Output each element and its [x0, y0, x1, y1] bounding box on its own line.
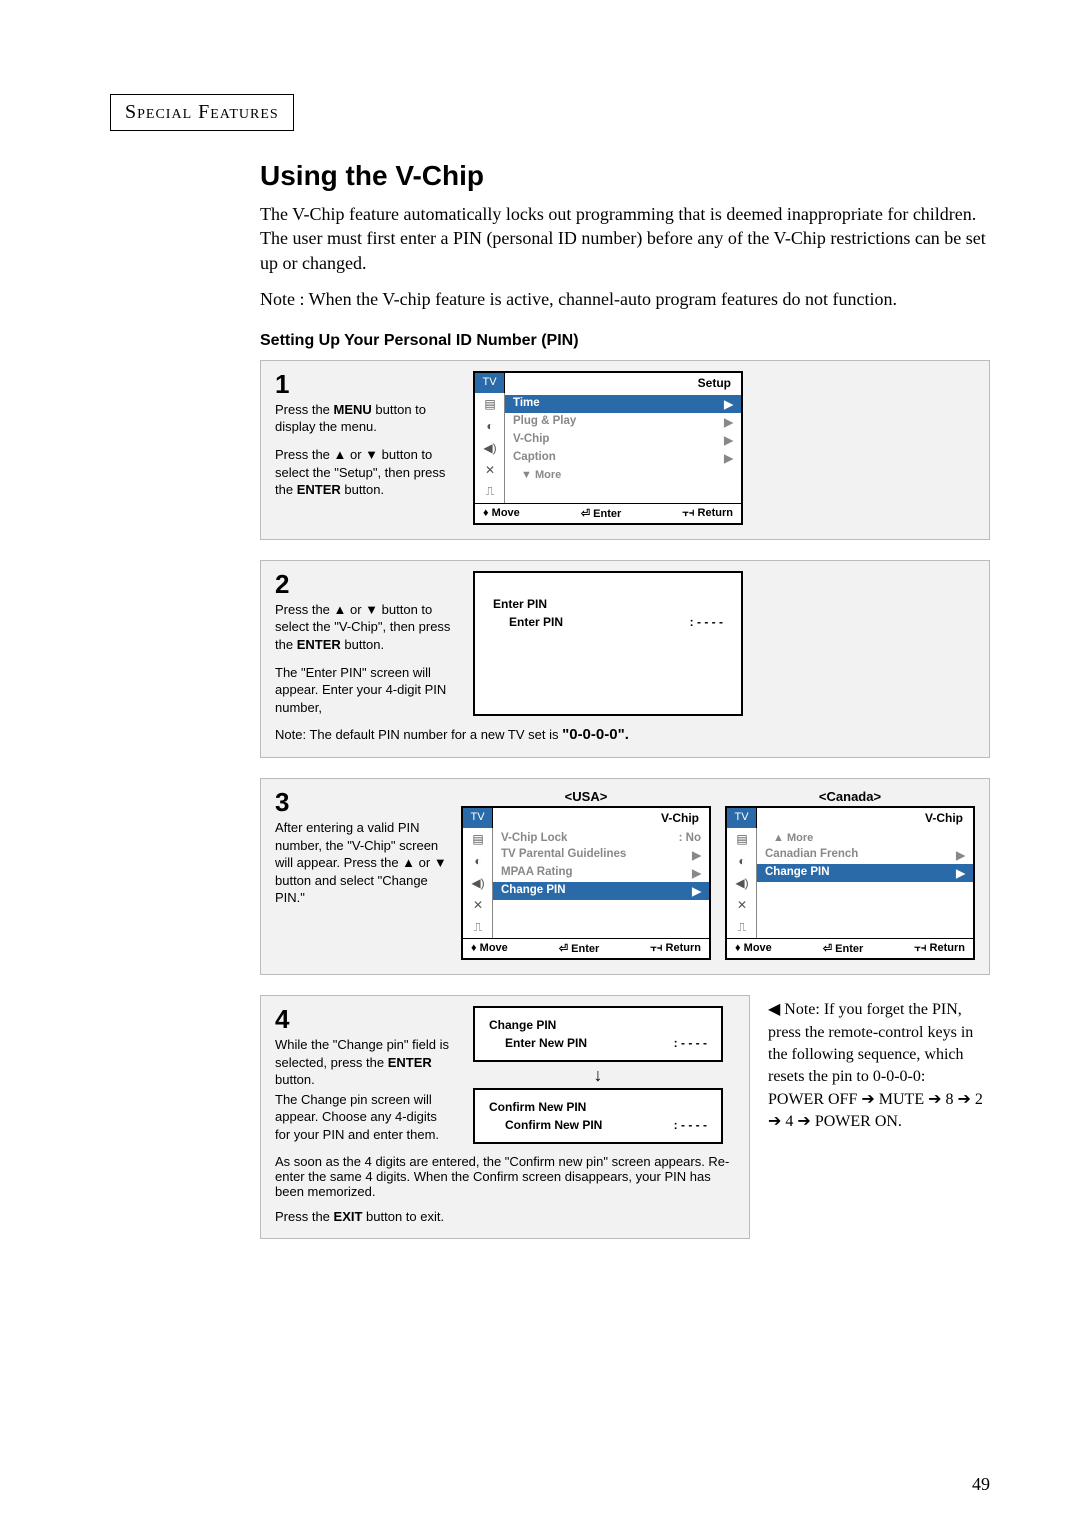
- channel-icon: ◀): [463, 872, 493, 894]
- osd-tab: TV: [475, 373, 505, 393]
- osd-vchip-canada: TV V-Chip ▤ ◐ ◀) ✕ ⎍ ▲ More C: [725, 806, 975, 960]
- osd-item-tv-guidelines: TV Parental Guidelines▶: [493, 846, 709, 864]
- step-2-text-1: Press the ▲ or ▼ button to select the "V…: [275, 601, 455, 654]
- step-number: 4: [275, 1006, 455, 1032]
- osd-footer: ♦ Move ⏎ Enter ⫟⫞ Return: [463, 938, 709, 958]
- enter-pin-value: : - - - -: [690, 615, 723, 629]
- osd-item-more: ▲ More: [757, 830, 973, 846]
- osd-items: V-Chip Lock: No TV Parental Guidelines▶ …: [493, 828, 709, 938]
- osd-title: Setup: [505, 373, 741, 393]
- sliders-icon: ⎍: [463, 916, 493, 938]
- picture-icon: ▤: [727, 828, 757, 850]
- osd-change-pin: Change PIN Enter New PIN : - - - -: [473, 1006, 723, 1062]
- step-2-text-2: The "Enter PIN" screen will appear. Ente…: [275, 664, 455, 717]
- osd-plain-title: Change PIN: [489, 1018, 707, 1032]
- osd-plain-title: Confirm New PIN: [489, 1100, 707, 1114]
- step-number: 3: [275, 789, 447, 815]
- osd-item-change-pin: Change PIN▶: [757, 864, 973, 882]
- sliders-icon: ⎍: [727, 916, 757, 938]
- osd-item-more: ▼ More: [505, 467, 741, 483]
- channel-icon: ◀): [475, 437, 505, 459]
- osd-footer: ♦ Move ⏎ Enter ⫟⫞ Return: [475, 503, 741, 523]
- section-header: Special Features: [110, 94, 294, 131]
- osd-sidebar-icons: ▤ ◐ ◀) ✕ ⎍: [463, 828, 493, 938]
- osd-footer: ♦ Move ⏎ Enter ⫟⫞ Return: [727, 938, 973, 958]
- sound-icon: ◐: [727, 850, 757, 872]
- step-2: 2 Press the ▲ or ▼ button to select the …: [260, 560, 990, 758]
- picture-icon: ▤: [463, 828, 493, 850]
- enter-new-pin-value: : - - - -: [674, 1036, 707, 1050]
- down-arrow-icon: ↓: [473, 1066, 723, 1084]
- osd-item-caption: Caption▶: [505, 449, 741, 467]
- setup-icon: ✕: [727, 894, 757, 916]
- page-title: Using the V-Chip: [260, 160, 990, 192]
- enter-pin-label: Enter PIN: [509, 615, 690, 629]
- osd-setup-menu: TV Setup ▤ ◐ ◀) ✕ ⎍ Time▶ Plug & Play▶ V…: [473, 371, 743, 525]
- osd-title: V-Chip: [493, 808, 709, 828]
- osd-item-vchip: V-Chip▶: [505, 431, 741, 449]
- setup-icon: ✕: [463, 894, 493, 916]
- osd-sidebar-icons: ▤ ◐ ◀) ✕ ⎍: [475, 393, 505, 503]
- setup-icon: ✕: [475, 459, 505, 481]
- step-4-text-1: While the "Change pin" field is selected…: [275, 1036, 455, 1089]
- osd-item-mpaa: MPAA Rating▶: [493, 864, 709, 882]
- step-1-text-1: Press the MENU button to display the men…: [275, 401, 455, 436]
- osd-confirm-pin: Confirm New PIN Confirm New PIN : - - - …: [473, 1088, 723, 1144]
- osd-sidebar-icons: ▤ ◐ ◀) ✕ ⎍: [727, 828, 757, 938]
- step-number: 1: [275, 371, 455, 397]
- osd-item-time: Time▶: [505, 395, 741, 413]
- page-number: 49: [972, 1474, 990, 1495]
- osd-tab: TV: [463, 808, 493, 828]
- step-4-row: 4 While the "Change pin" field is select…: [260, 995, 990, 1239]
- osd-item-change-pin: Change PIN▶: [493, 882, 709, 900]
- sound-icon: ◐: [475, 415, 505, 437]
- intro-paragraph: The V-Chip feature automatically locks o…: [260, 202, 990, 275]
- step-4-text-2: The Change pin screen will appear. Choos…: [275, 1091, 455, 1144]
- canada-heading: <Canada>: [725, 789, 975, 804]
- step-4: 4 While the "Change pin" field is select…: [260, 995, 750, 1239]
- osd-items: ▲ More Canadian French▶ Change PIN▶ .: [757, 828, 973, 938]
- usa-heading: <USA>: [461, 789, 711, 804]
- osd-vchip-usa: TV V-Chip ▤ ◐ ◀) ✕ ⎍ V-Chip Lock: No: [461, 806, 711, 960]
- osd-title: V-Chip: [757, 808, 973, 828]
- osd-item-plugplay: Plug & Play▶: [505, 413, 741, 431]
- step-2-footnote: Note: The default PIN number for a new T…: [275, 726, 975, 743]
- step-number: 2: [275, 571, 455, 597]
- step-4-footnote: As soon as the 4 digits are entered, the…: [275, 1154, 735, 1199]
- picture-icon: ▤: [475, 393, 505, 415]
- note-paragraph: Note : When the V-chip feature is active…: [260, 289, 990, 310]
- step-4-sidenote: ◀ Note: If you forget the PIN, press the…: [768, 995, 990, 1239]
- sliders-icon: ⎍: [475, 481, 505, 503]
- osd-items: Time▶ Plug & Play▶ V-Chip▶ Caption▶ ▼ Mo…: [505, 393, 741, 503]
- step-3-text: After entering a valid PIN number, the "…: [275, 819, 447, 907]
- step-1: 1 Press the MENU button to display the m…: [260, 360, 990, 540]
- step-3: 3 After entering a valid PIN number, the…: [260, 778, 990, 975]
- enter-new-pin-label: Enter New PIN: [505, 1036, 674, 1050]
- subsection-heading: Setting Up Your Personal ID Number (PIN): [260, 332, 990, 350]
- footer-return: ⫟⫞ Return: [682, 507, 733, 520]
- confirm-new-pin-value: : - - - -: [674, 1118, 707, 1132]
- osd-item-vchip-lock: V-Chip Lock: No: [493, 830, 709, 846]
- step-4-footnote-2: Press the EXIT button to exit.: [275, 1209, 735, 1224]
- sound-icon: ◐: [463, 850, 493, 872]
- osd-tab: TV: [727, 808, 757, 828]
- confirm-new-pin-label: Confirm New PIN: [505, 1118, 674, 1132]
- step-1-text-2: Press the ▲ or ▼ button to select the "S…: [275, 446, 455, 499]
- osd-item-can-french: Canadian French▶: [757, 846, 973, 864]
- footer-move: ♦ Move: [483, 507, 520, 520]
- channel-icon: ◀): [727, 872, 757, 894]
- footer-enter: ⏎ Enter: [581, 507, 621, 520]
- osd-plain-title: Enter PIN: [493, 597, 723, 611]
- osd-enter-pin: Enter PIN Enter PIN : - - - -: [473, 571, 743, 716]
